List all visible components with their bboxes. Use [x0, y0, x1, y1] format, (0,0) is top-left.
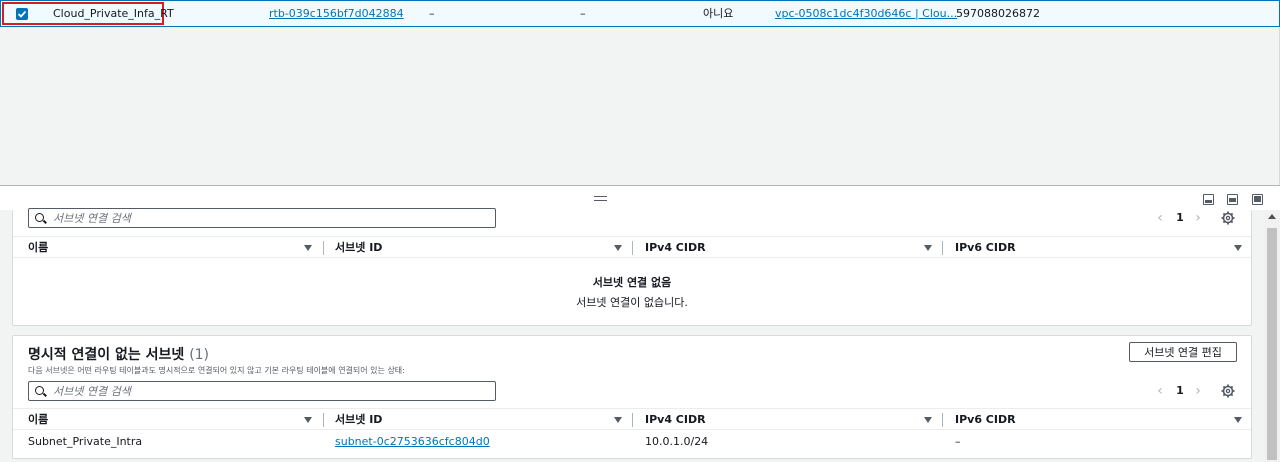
prev-page-icon[interactable]: ‹ — [1153, 210, 1167, 226]
explicit-search-input[interactable] — [53, 211, 483, 225]
empty-state-description: 서브넷 연결이 없습니다. — [576, 296, 688, 309]
scroll-up-icon[interactable] — [1268, 214, 1276, 219]
section-count: (1) — [189, 347, 210, 363]
main-value: 아니요 — [703, 7, 734, 20]
subnet-name: Subnet_Private_Intra — [28, 435, 143, 448]
page-number[interactable]: 1 — [1173, 210, 1187, 226]
column-ipv4-cidr[interactable]: IPv4 CIDR — [645, 409, 706, 431]
column-separator[interactable] — [323, 241, 324, 255]
sort-icon[interactable] — [304, 417, 312, 423]
edit-subnet-associations-button[interactable]: 서브넷 연결 편집 — [1129, 342, 1237, 362]
sort-icon[interactable] — [924, 245, 932, 251]
column-separator[interactable] — [323, 413, 324, 427]
search-icon — [35, 213, 44, 222]
subnet-ipv4-cidr: 10.0.1.0/24 — [645, 435, 709, 448]
settings-gear-icon[interactable] — [1221, 211, 1235, 225]
column-separator[interactable] — [632, 413, 633, 427]
page-number[interactable]: 1 — [1173, 383, 1187, 399]
prev-page-icon[interactable]: ‹ — [1153, 383, 1167, 399]
next-page-icon[interactable]: › — [1191, 383, 1205, 399]
column-subnet-id[interactable]: 서브넷 ID — [335, 409, 382, 431]
settings-gear-icon[interactable] — [1221, 384, 1235, 398]
next-page-icon[interactable]: › — [1191, 210, 1205, 226]
explicit-search-box[interactable] — [28, 208, 496, 228]
implicit-table-header: 이름 서브넷 ID IPv4 CIDR IPv6 CIDR — [13, 408, 1251, 430]
column-ipv6-cidr[interactable]: IPv6 CIDR — [955, 409, 1016, 431]
sort-icon[interactable] — [1234, 417, 1242, 423]
empty-state-title: 서브넷 연결 없음 — [592, 276, 672, 289]
vpc-link[interactable]: vpc-0508c1dc4f30d646c | Clou... — [775, 1, 957, 26]
drag-handle-icon[interactable] — [594, 196, 607, 201]
column-separator[interactable] — [632, 241, 633, 255]
column-name[interactable]: 이름 — [28, 237, 48, 259]
panel-splitter[interactable] — [0, 185, 1280, 210]
explicit-subnet-assoc-value: – — [429, 7, 435, 20]
layout-half-icon[interactable] — [1227, 194, 1238, 205]
implicit-search-box[interactable] — [28, 381, 496, 401]
sort-icon[interactable] — [1234, 245, 1242, 251]
column-separator[interactable] — [942, 413, 943, 427]
vertical-scrollbar[interactable] — [1264, 210, 1280, 462]
route-table-row[interactable]: Cloud_Private_Infa_RT rtb-039c156bf7d042… — [0, 0, 1280, 27]
route-table-list-area — [0, 27, 1280, 185]
column-separator[interactable] — [942, 241, 943, 255]
explicit-pagination: ‹ 1 › — [1153, 210, 1209, 226]
column-ipv4-cidr[interactable]: IPv4 CIDR — [645, 237, 706, 259]
layout-full-icon[interactable] — [1252, 194, 1263, 205]
sort-icon[interactable] — [924, 417, 932, 423]
implicit-pagination: ‹ 1 › — [1153, 383, 1209, 399]
column-ipv6-cidr[interactable]: IPv6 CIDR — [955, 237, 1016, 259]
scroll-thumb[interactable] — [1267, 228, 1277, 460]
column-subnet-id[interactable]: 서브넷 ID — [335, 237, 382, 259]
column-name[interactable]: 이름 — [28, 409, 48, 431]
implicit-subnets-card: 명시적 연결이 없는 서브넷 (1) 다음 서브넷은 어떤 라우팅 테이블과도 … — [12, 335, 1252, 459]
sort-icon[interactable] — [614, 417, 622, 423]
subnet-id-link[interactable]: subnet-0c2753636cfc804d0 — [335, 431, 490, 453]
edge-assoc-value: – — [580, 7, 586, 20]
route-table-id-link[interactable]: rtb-039c156bf7d042884 — [269, 1, 404, 26]
layout-bottom-icon[interactable] — [1203, 194, 1214, 205]
explicit-table-header: 이름 서브넷 ID IPv4 CIDR IPv6 CIDR — [13, 236, 1251, 258]
explicit-subnet-associations-card: ‹ 1 › 이름 서브넷 ID IPv4 CIDR IPv6 CIDR — [12, 208, 1252, 326]
search-icon — [35, 386, 44, 395]
sort-icon[interactable] — [614, 245, 622, 251]
section-title-text: 명시적 연결이 없는 서브넷 — [28, 347, 185, 363]
sort-icon[interactable] — [304, 245, 312, 251]
table-row[interactable]: Subnet_Private_Intra subnet-0c2753636cfc… — [13, 431, 1251, 453]
details-panel: ‹ 1 › 이름 서브넷 ID IPv4 CIDR IPv6 CIDR — [0, 208, 1264, 462]
subnet-ipv6-cidr: – — [955, 435, 961, 448]
implicit-search-input[interactable] — [53, 384, 483, 398]
section-title: 명시적 연결이 없는 서브넷 (1) — [28, 344, 209, 364]
route-table-name: Cloud_Private_Infa_RT — [53, 7, 174, 20]
section-description: 다음 서브넷은 어떤 라우팅 테이블과도 명시적으로 연결되어 있지 않고 기본… — [28, 366, 405, 375]
owner-id: 597088026872 — [956, 7, 1040, 20]
